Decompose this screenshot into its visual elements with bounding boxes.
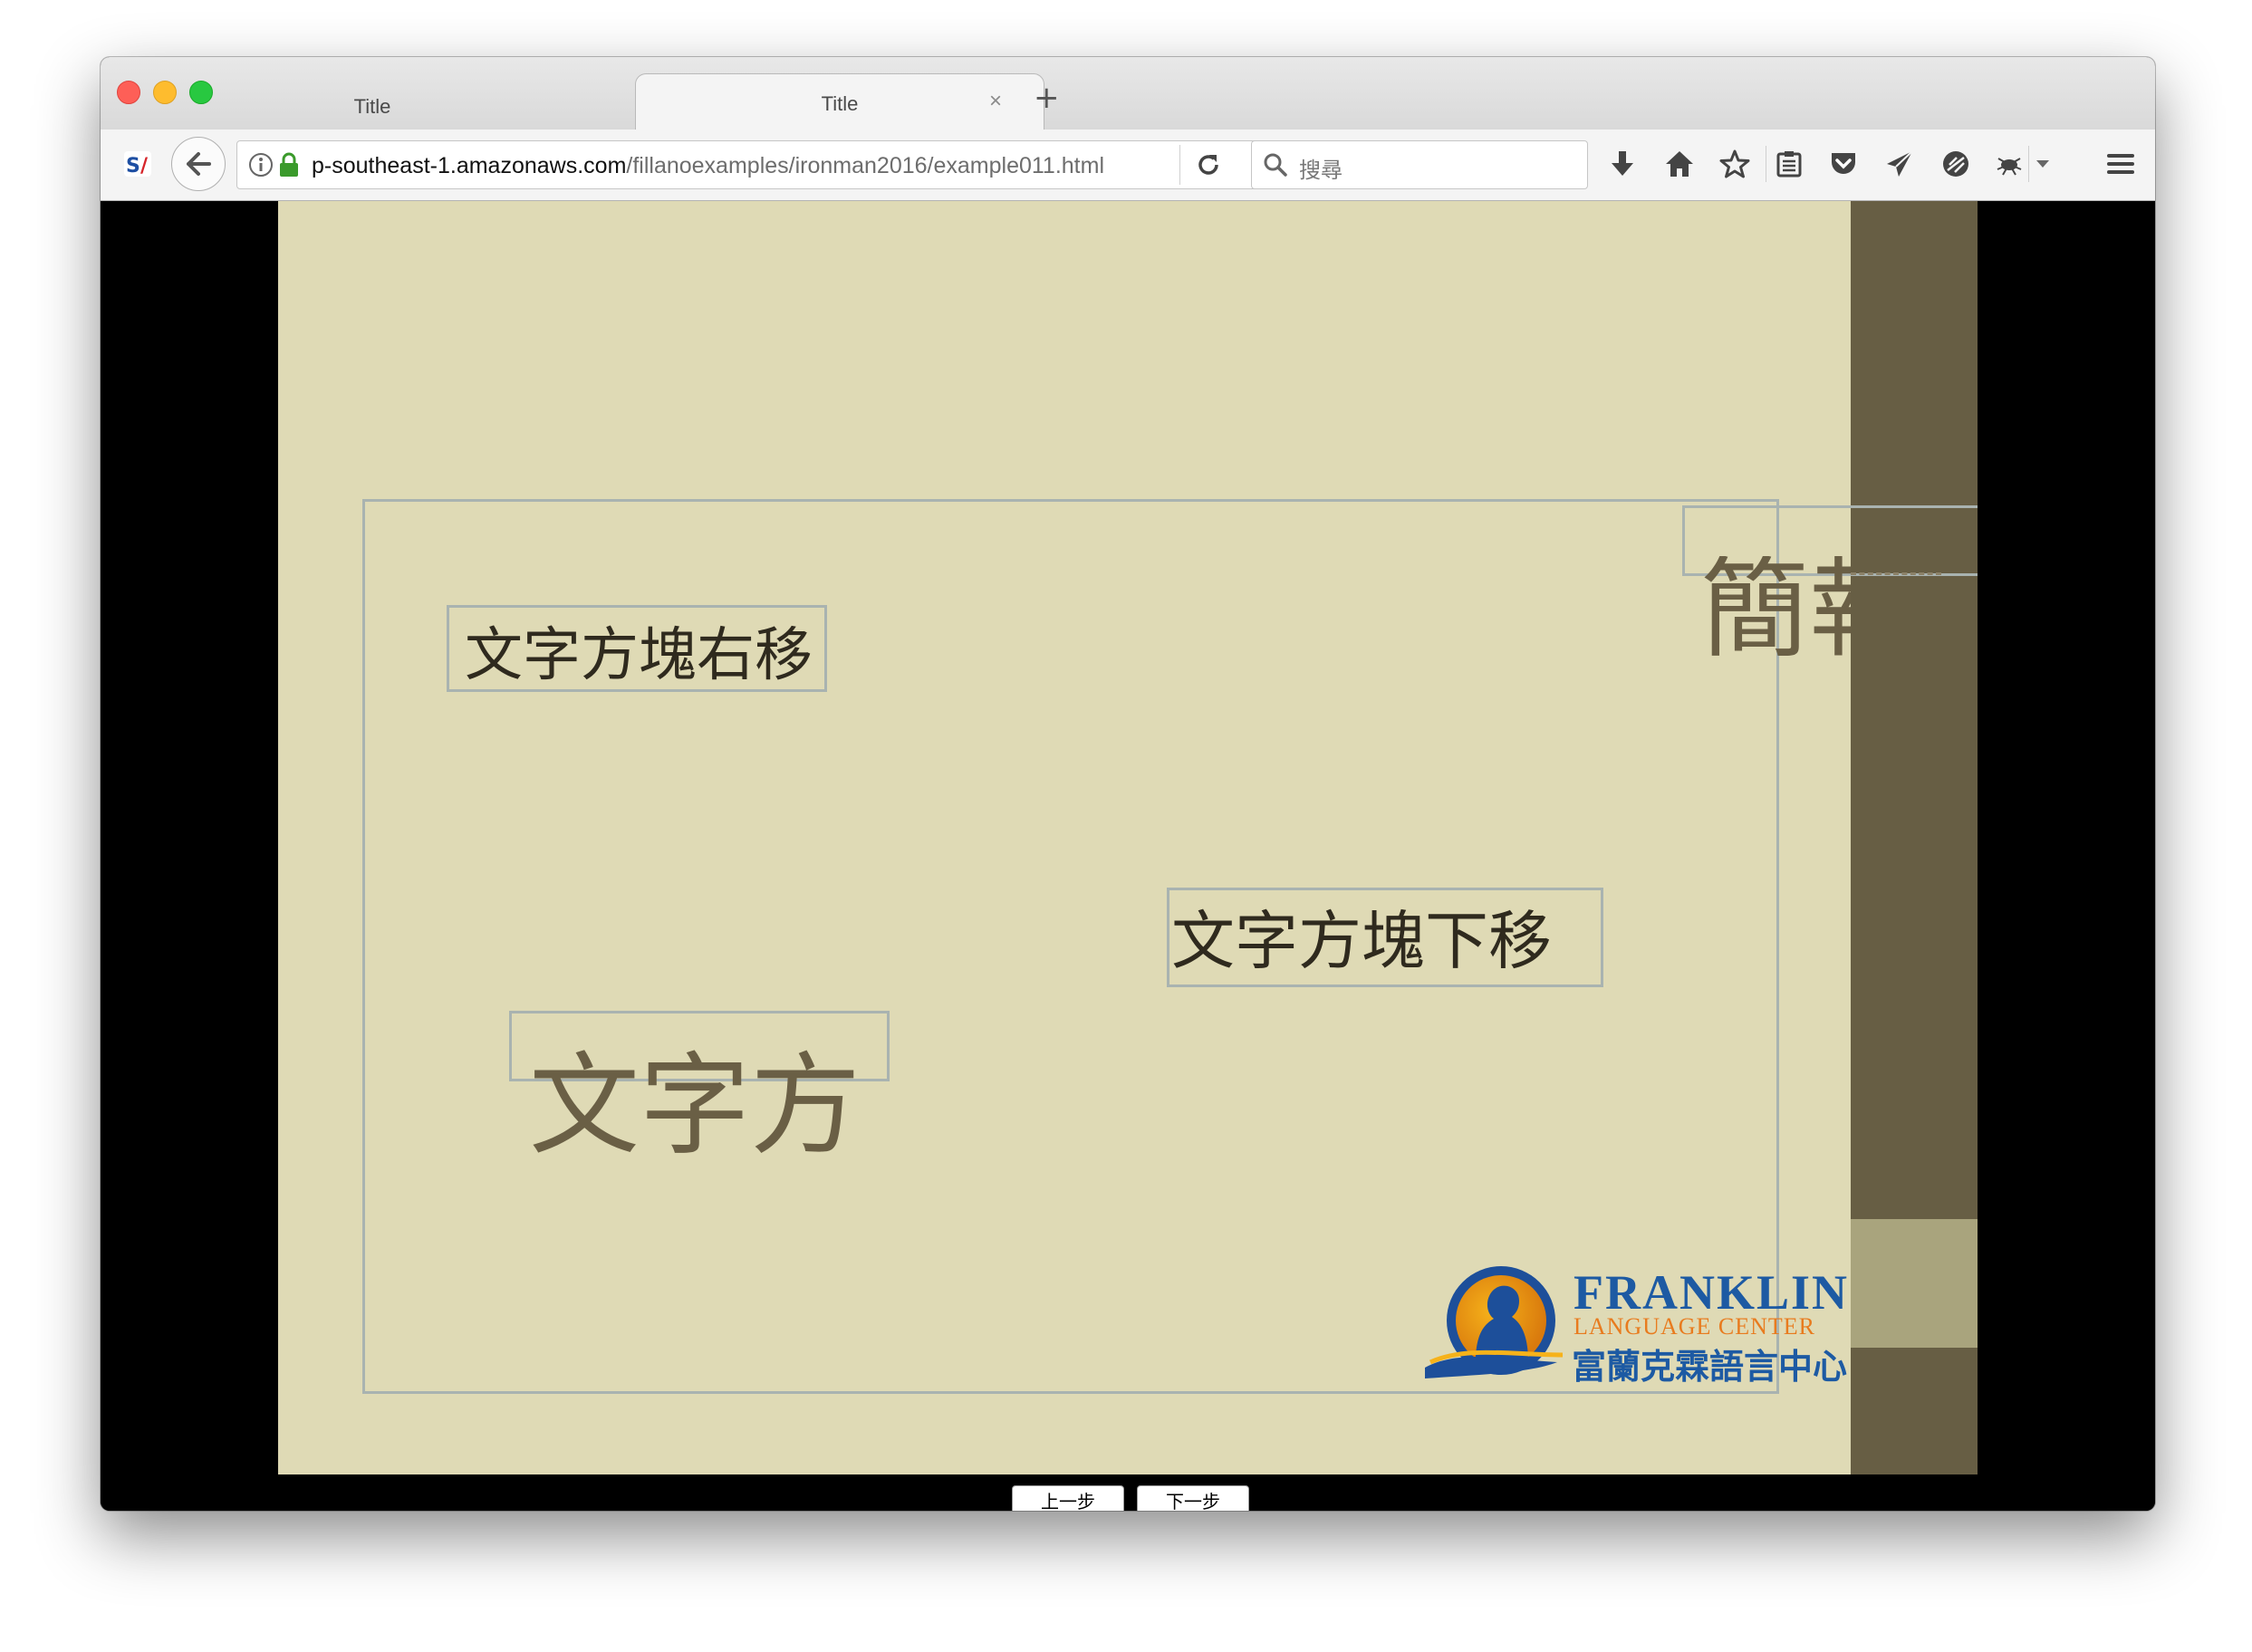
prev-button[interactable]: 上一步: [1012, 1485, 1124, 1511]
url-bar[interactable]: p-southeast-1.amazonaws.com/fillanoexamp…: [236, 140, 1340, 189]
home-icon[interactable]: [1662, 148, 1697, 180]
back-icon: [187, 152, 211, 176]
toolbar-divider-2: [2028, 146, 2029, 182]
navigation-toolbar: S / p-southeast-1.amazonaws.com/fillanoex…: [101, 130, 2155, 201]
svg-text:S: S: [126, 155, 140, 178]
slide-stage: 文字方塊右移 文字方塊下移 文字方 簡報: [278, 201, 1978, 1474]
next-button[interactable]: 下一步: [1137, 1485, 1249, 1511]
search-bar[interactable]: 搜尋: [1251, 140, 1588, 189]
browser-window: Title × Title × + S/ p-southeast-1.amazo…: [101, 57, 2155, 1511]
side-panel-highlight: [1851, 1219, 1978, 1348]
url-path: /fillanoexamples/ironman2016/example011.…: [626, 153, 1105, 178]
send-icon[interactable]: [1883, 148, 1916, 180]
intro-dash-line: [1851, 572, 1941, 575]
url-text[interactable]: p-southeast-1.amazonaws.com/fillanoexamp…: [312, 153, 1104, 179]
back-button[interactable]: [171, 137, 226, 191]
extension-si-icon[interactable]: S /: [122, 148, 155, 180]
textbox-intro-clip: 簡報: [1700, 556, 1851, 674]
page-content: 文字方塊右移 文字方塊下移 文字方 簡報: [101, 201, 2155, 1511]
search-icon: [1263, 152, 1288, 178]
textbox-down-label: 文字方塊下移: [1171, 904, 1552, 978]
search-placeholder: 搜尋: [1299, 158, 1343, 183]
reading-list-icon[interactable]: [1773, 148, 1805, 180]
url-host: p-southeast-1.amazonaws.com: [312, 153, 627, 178]
svg-text:/: /: [140, 155, 149, 178]
pocket-icon[interactable]: [1827, 148, 1860, 180]
textbox-right-label: 文字方塊右移: [465, 622, 813, 689]
textbox-intro-label: 簡報: [1700, 556, 1851, 673]
logo-subtitle: LANGUAGE CENTER: [1574, 1313, 1816, 1340]
download-icon[interactable]: [1606, 148, 1639, 180]
url-divider: [1179, 145, 1180, 185]
tab-2[interactable]: Title ×: [635, 73, 1044, 132]
logo-name: FRANKLIN: [1574, 1265, 1850, 1320]
tab-2-title: Title: [821, 92, 859, 115]
franklin-logo: FRANKLIN LANGUAGE CENTER 富蘭克霖語言中心: [1421, 1261, 1847, 1388]
logo-chinese-name: 富蘭克霖語言中心: [1572, 1347, 1848, 1387]
dropdown-icon[interactable]: [2034, 157, 2052, 171]
reload-icon[interactable]: [1194, 150, 1223, 179]
tab-2-close-icon[interactable]: ×: [989, 89, 1002, 114]
new-tab-button[interactable]: +: [1034, 82, 1060, 113]
textbox-big-label: 文字方: [529, 1042, 861, 1170]
tab-1-title: Title: [353, 95, 391, 118]
info-icon[interactable]: [248, 152, 274, 178]
privacy-icon[interactable]: [1939, 148, 1972, 180]
franklin-logo-emblem: [1425, 1266, 1564, 1378]
star-icon[interactable]: [1718, 148, 1751, 180]
bug-icon[interactable]: [1994, 149, 2025, 178]
lock-icon: [277, 151, 301, 178]
tab-strip: Title × Title × +: [101, 57, 2155, 132]
menu-icon[interactable]: [2104, 148, 2137, 180]
